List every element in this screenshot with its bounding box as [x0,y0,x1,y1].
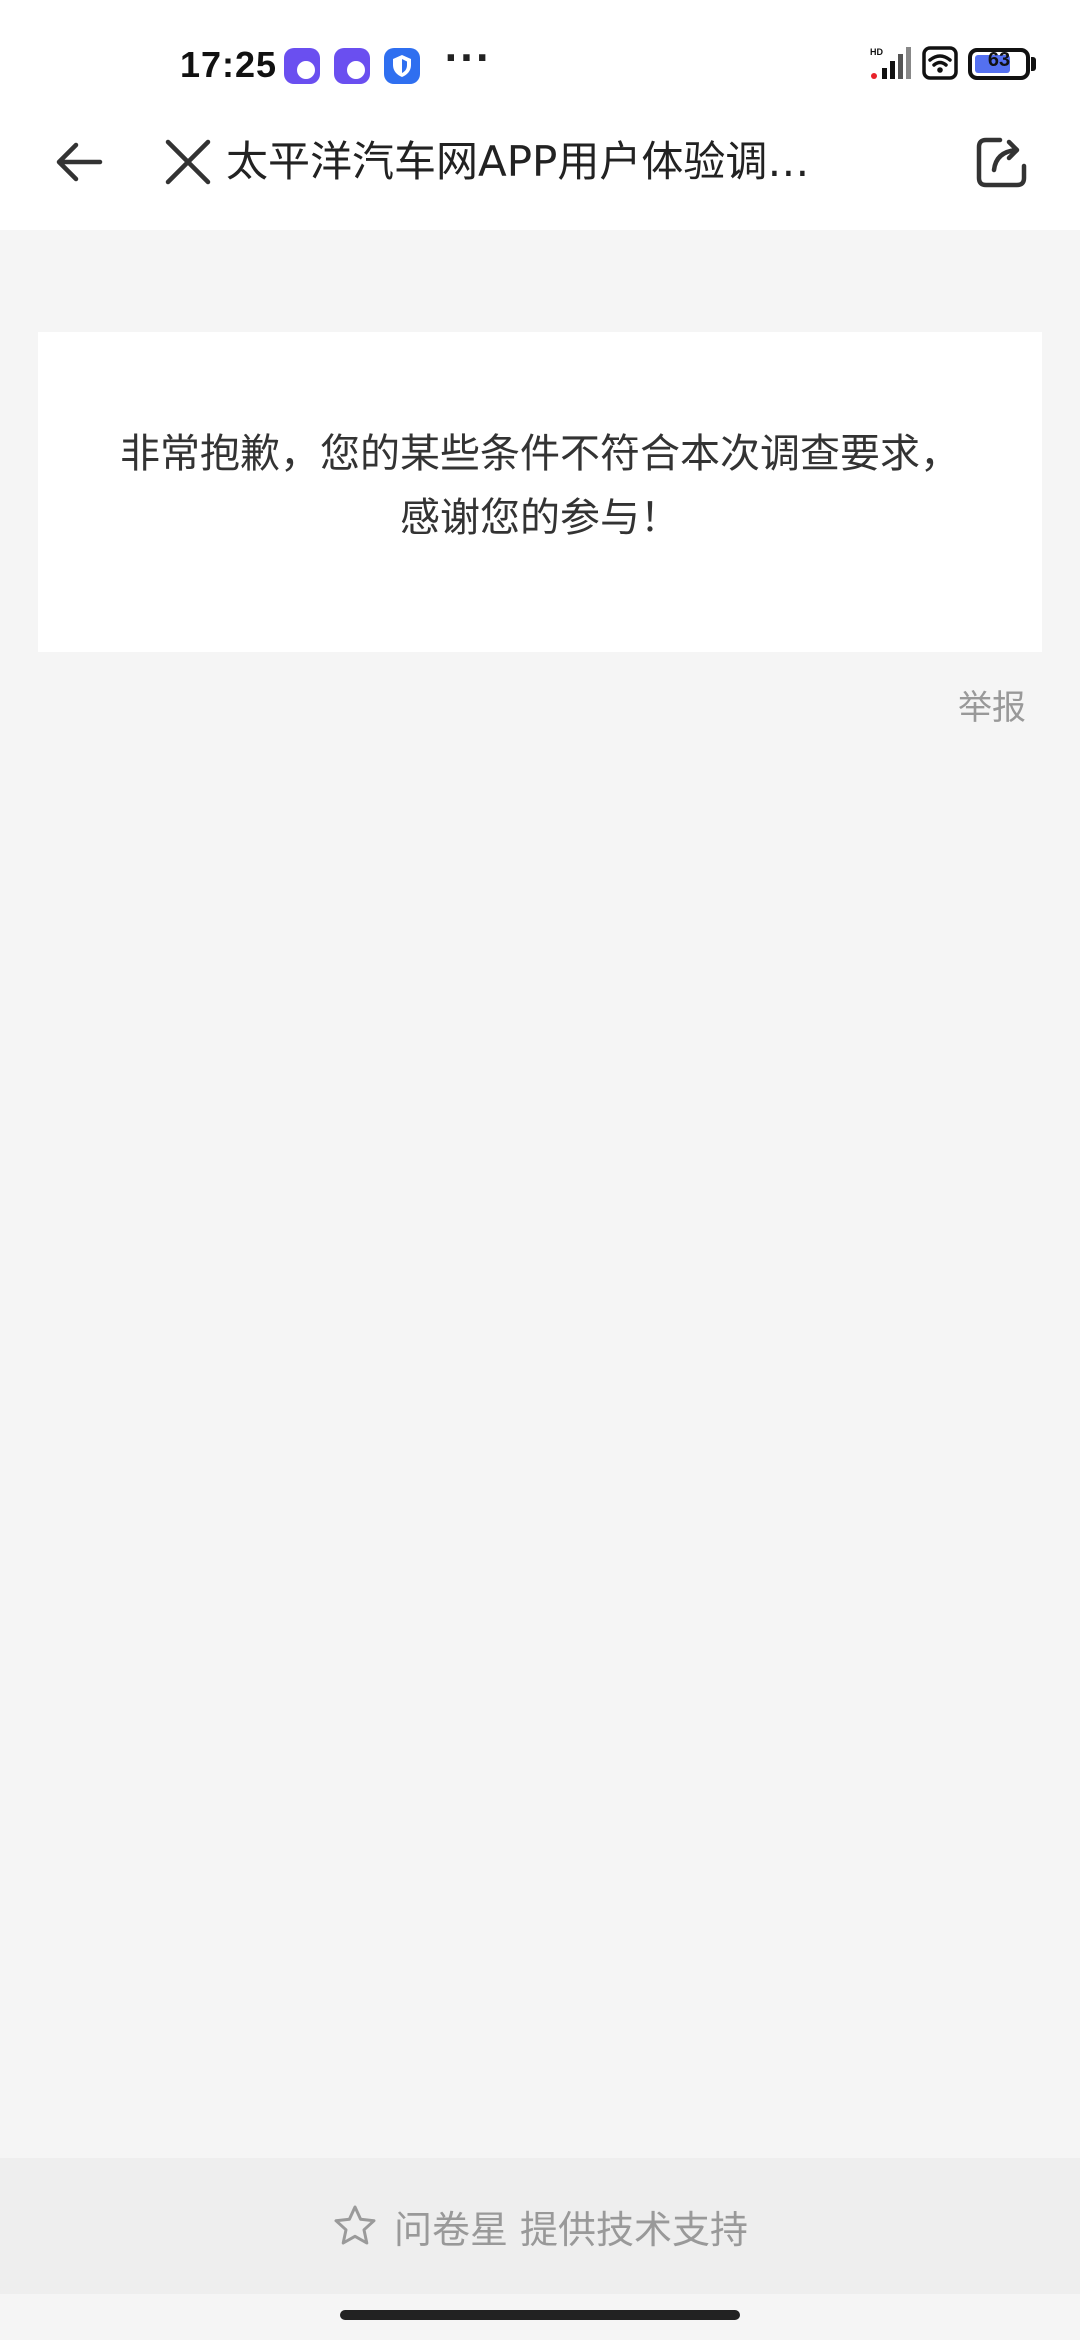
footer: 问卷星 提供技术支持 [0,2158,1080,2294]
result-message: 非常抱歉，您的某些条件不符合本次调查要求， 感谢您的参与！ [38,422,1042,550]
footer-spacer [508,2204,520,2248]
shield-icon [384,48,420,84]
status-bar: 17:25 ··· HD 63 [0,0,1080,120]
wifi-icon [922,46,958,80]
battery-icon: 63 [968,48,1030,80]
hd-signal-icon: HD [870,47,911,79]
footer-text: 提供技术支持 [520,2207,749,2252]
status-time: 17:25 [180,44,278,85]
footer-brand: 问卷星 [393,2207,508,2252]
nav-bar: 太平洋汽车网APP用户体验调… [0,120,1080,230]
battery-level: 63 [987,49,1011,71]
page-title: 太平洋汽车网APP用户体验调… [226,137,810,186]
star-outline-icon [334,2205,376,2245]
result-card: 非常抱歉，您的某些条件不符合本次调查要求， 感谢您的参与！ [38,332,1042,652]
back-arrow-icon[interactable] [50,132,110,192]
share-icon[interactable] [972,132,1032,192]
svg-text:HD: HD [870,47,883,57]
home-indicator[interactable] [340,2310,740,2320]
result-message-line2: 感谢您的参与！ [400,495,680,541]
footer-support[interactable]: 问卷星 提供技术支持 [0,2158,1080,2294]
app-notification-icon [284,48,320,84]
screen: 17:25 ··· HD 63 太平洋汽车网APP用户体验调… 非常抱歉，您的某… [0,0,1080,2340]
more-notifications: ··· [444,38,492,79]
battery-tip [1031,57,1036,71]
result-message-line1: 非常抱歉，您的某些条件不符合本次调查要求， [120,431,960,477]
close-icon[interactable] [158,132,218,192]
app-notification-icon [334,48,370,84]
report-link[interactable]: 举报 [958,680,1026,729]
